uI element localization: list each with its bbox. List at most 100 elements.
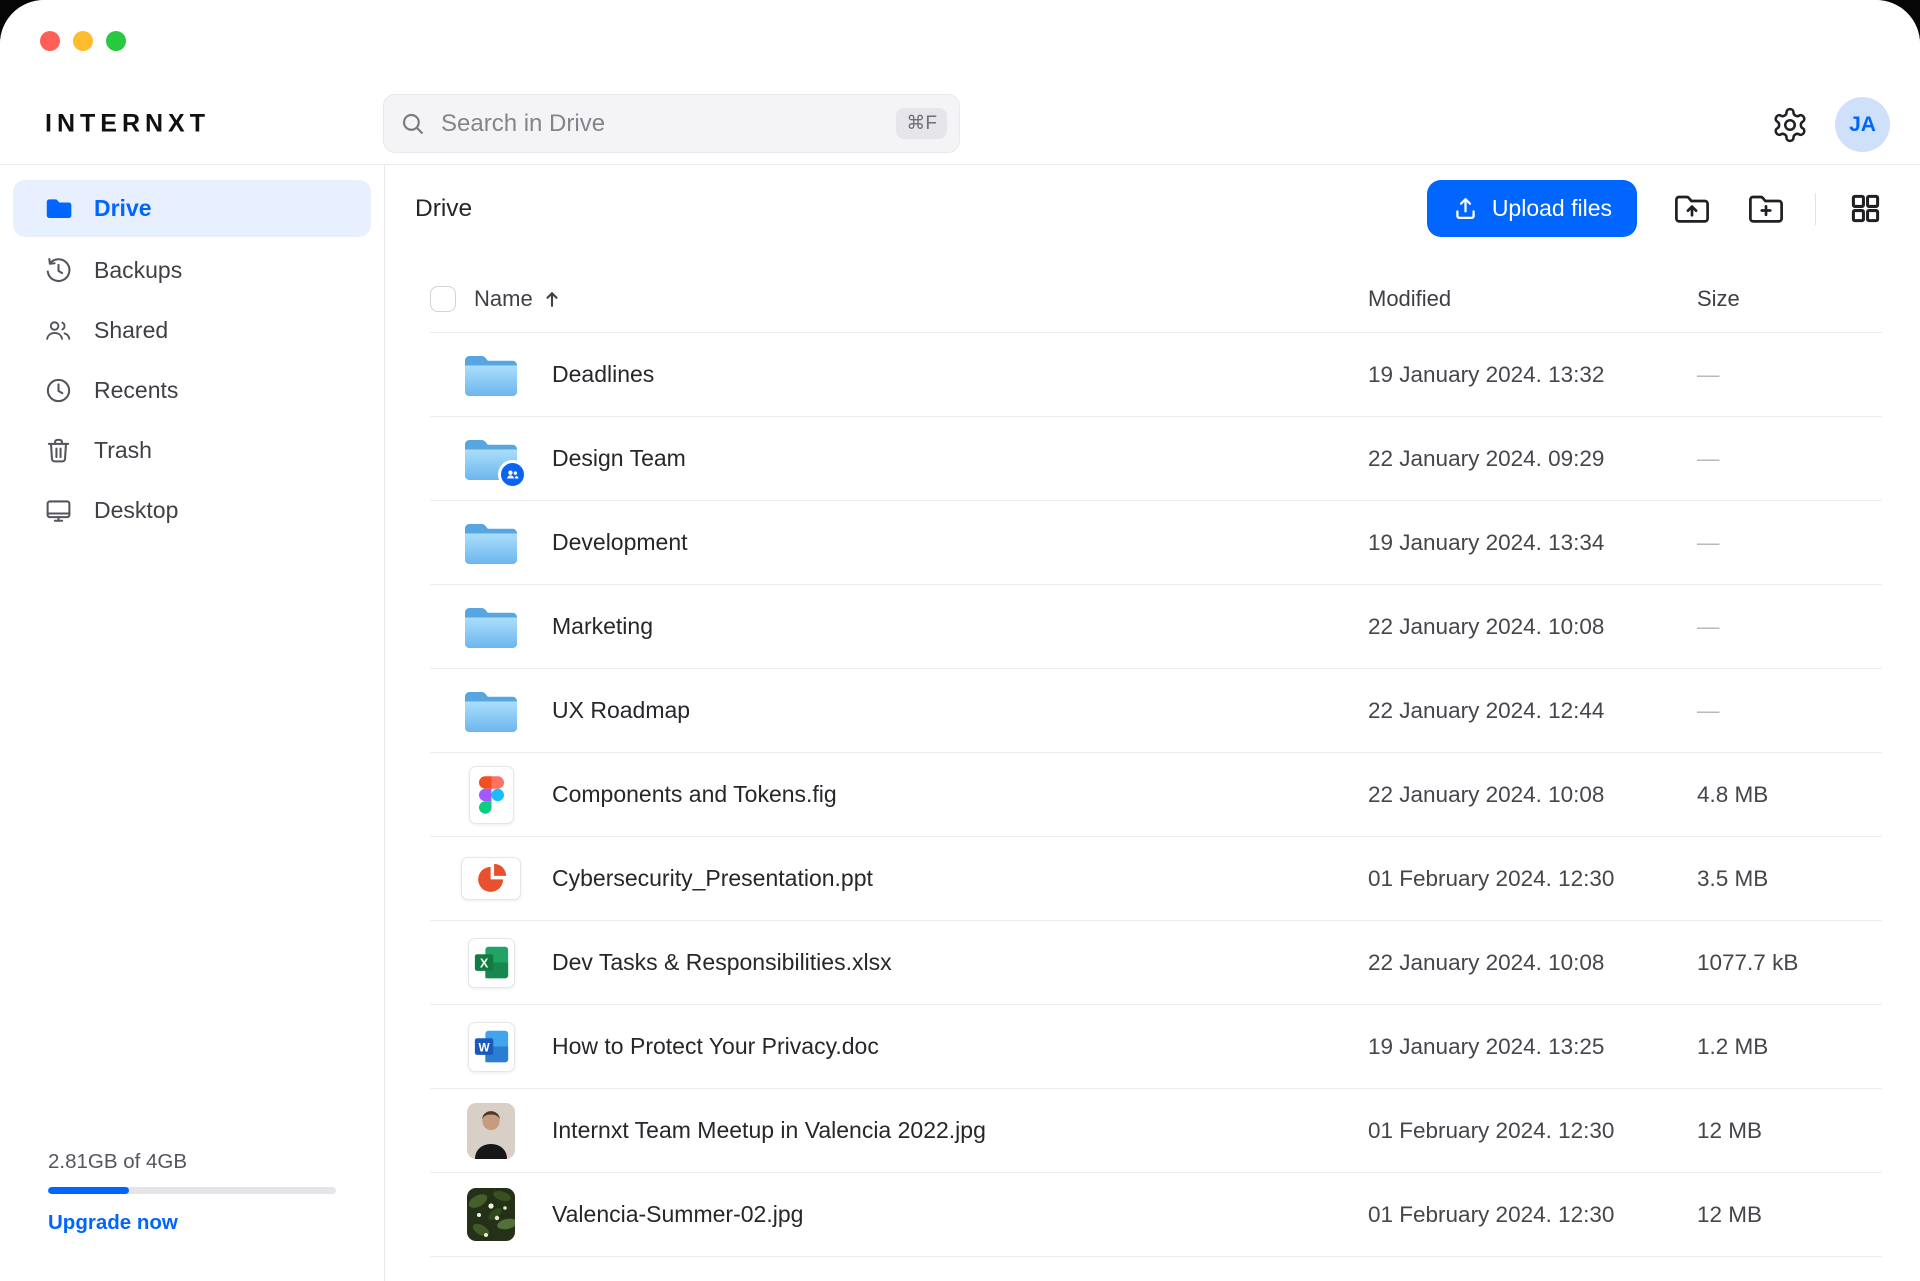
folder-plus-icon bbox=[1747, 192, 1785, 225]
svg-text:W: W bbox=[478, 1040, 490, 1054]
file-name: Valencia-Summer-02.jpg bbox=[552, 1201, 1368, 1228]
table-row[interactable]: W How to Protect Your Privacy.doc 19 Jan… bbox=[430, 1005, 1882, 1089]
sidebar-item-trash[interactable]: Trash bbox=[0, 420, 384, 480]
file-modified-date: 01 February 2024. 12:30 bbox=[1368, 1202, 1697, 1228]
file-size: — bbox=[1697, 362, 1882, 388]
photo-thumbnail bbox=[467, 1103, 515, 1159]
history-icon bbox=[44, 256, 73, 285]
file-size: — bbox=[1697, 614, 1882, 640]
file-icon-cell bbox=[430, 333, 552, 416]
column-header-name[interactable]: Name bbox=[474, 286, 1368, 312]
photo-thumbnail bbox=[467, 1188, 515, 1241]
table-row[interactable]: Design Team 22 January 2024. 09:29 — bbox=[430, 417, 1882, 501]
upgrade-link[interactable]: Upgrade now bbox=[48, 1211, 178, 1235]
sidebar-item-shared[interactable]: Shared bbox=[0, 300, 384, 360]
file-name: Dev Tasks & Responsibilities.xlsx bbox=[552, 949, 1368, 976]
file-size: — bbox=[1697, 530, 1882, 556]
file-modified-date: 22 January 2024. 10:08 bbox=[1368, 614, 1697, 640]
zoom-window-button[interactable] bbox=[106, 31, 126, 51]
toolbar-divider bbox=[1815, 193, 1816, 225]
file-name: Deadlines bbox=[552, 361, 1368, 388]
file-modified-date: 22 January 2024. 10:08 bbox=[1368, 950, 1697, 976]
table-row[interactable]: Deadlines 19 January 2024. 13:32 — bbox=[430, 333, 1882, 417]
file-icon-cell bbox=[430, 501, 552, 584]
folder-icon bbox=[463, 520, 519, 566]
file-icon-cell bbox=[430, 669, 552, 752]
window-controls bbox=[40, 31, 126, 51]
upload-folder-button[interactable] bbox=[1673, 190, 1711, 228]
file-name: Cybersecurity_Presentation.ppt bbox=[552, 865, 1368, 892]
file-size: 12 MB bbox=[1697, 1202, 1882, 1228]
table-body: Deadlines 19 January 2024. 13:32 — Desig… bbox=[430, 333, 1882, 1257]
select-all-checkbox[interactable] bbox=[430, 286, 456, 312]
clock-icon bbox=[44, 376, 73, 405]
file-icon-cell: X bbox=[430, 921, 552, 1004]
file-modified-date: 19 January 2024. 13:25 bbox=[1368, 1034, 1697, 1060]
search-icon bbox=[400, 111, 426, 137]
svg-text:X: X bbox=[479, 957, 488, 971]
internxt-logo: INTERNXT bbox=[45, 110, 210, 139]
sidebar-item-backups[interactable]: Backups bbox=[0, 240, 384, 300]
sidebar-item-label: Recents bbox=[94, 377, 178, 404]
topbar: INTERNXT ⌘F JA bbox=[0, 0, 1920, 165]
table-row[interactable]: Valencia-Summer-02.jpg 01 February 2024.… bbox=[430, 1173, 1882, 1257]
content-header: Drive Upload files bbox=[415, 180, 1884, 237]
file-modified-date: 01 February 2024. 12:30 bbox=[1368, 866, 1697, 892]
search-bar[interactable]: ⌘F bbox=[383, 94, 960, 153]
settings-button[interactable] bbox=[1770, 105, 1810, 145]
table-row[interactable]: Internxt Team Meetup in Valencia 2022.jp… bbox=[430, 1089, 1882, 1173]
file-table: Name Modified Size Deadlines 19 January … bbox=[430, 265, 1882, 1257]
sidebar: Drive Backups Shared Recents Trash Deskt… bbox=[0, 165, 385, 1281]
table-row[interactable]: X Dev Tasks & Responsibilities.xlsx 22 J… bbox=[430, 921, 1882, 1005]
file-name: Internxt Team Meetup in Valencia 2022.jp… bbox=[552, 1117, 1368, 1144]
file-modified-date: 19 January 2024. 13:32 bbox=[1368, 362, 1697, 388]
word-file-icon: W bbox=[468, 1022, 515, 1072]
upload-files-label: Upload files bbox=[1492, 195, 1612, 222]
folder-icon bbox=[463, 604, 519, 650]
sidebar-item-label: Trash bbox=[94, 437, 152, 464]
close-window-button[interactable] bbox=[40, 31, 60, 51]
file-name: How to Protect Your Privacy.doc bbox=[552, 1033, 1368, 1060]
new-folder-button[interactable] bbox=[1747, 190, 1785, 228]
table-row[interactable]: UX Roadmap 22 January 2024. 12:44 — bbox=[430, 669, 1882, 753]
storage-widget: 2.81GB of 4GB Upgrade now bbox=[48, 1150, 336, 1235]
file-modified-date: 22 January 2024. 10:08 bbox=[1368, 782, 1697, 808]
file-modified-date: 19 January 2024. 13:34 bbox=[1368, 530, 1697, 556]
file-icon-cell: W bbox=[430, 1005, 552, 1088]
file-modified-date: 22 January 2024. 12:44 bbox=[1368, 698, 1697, 724]
table-row[interactable]: Components and Tokens.fig 22 January 202… bbox=[430, 753, 1882, 837]
file-name: Marketing bbox=[552, 613, 1368, 640]
file-name: UX Roadmap bbox=[552, 697, 1368, 724]
file-size: — bbox=[1697, 698, 1882, 724]
file-name: Development bbox=[552, 529, 1368, 556]
table-row[interactable]: Development 19 January 2024. 13:34 — bbox=[430, 501, 1882, 585]
page-title: Drive bbox=[415, 195, 1427, 223]
users-icon bbox=[44, 316, 73, 345]
sidebar-item-recents[interactable]: Recents bbox=[0, 360, 384, 420]
table-row[interactable]: Marketing 22 January 2024. 10:08 — bbox=[430, 585, 1882, 669]
search-input[interactable] bbox=[439, 109, 896, 139]
storage-progress-bar bbox=[48, 1187, 336, 1194]
upload-files-button[interactable]: Upload files bbox=[1427, 180, 1637, 237]
upload-icon bbox=[1452, 195, 1479, 222]
column-header-name-label: Name bbox=[474, 286, 533, 312]
file-size: 3.5 MB bbox=[1697, 866, 1882, 892]
column-header-modified[interactable]: Modified bbox=[1368, 286, 1697, 312]
file-size: 4.8 MB bbox=[1697, 782, 1882, 808]
grid-view-button[interactable] bbox=[1846, 190, 1884, 228]
file-modified-date: 01 February 2024. 12:30 bbox=[1368, 1118, 1697, 1144]
file-icon-cell bbox=[430, 1089, 552, 1172]
powerpoint-file-icon bbox=[461, 857, 521, 900]
excel-file-icon: X bbox=[468, 938, 515, 988]
table-row[interactable]: Cybersecurity_Presentation.ppt 01 Februa… bbox=[430, 837, 1882, 921]
sidebar-nav: Drive Backups Shared Recents Trash Deskt… bbox=[0, 180, 384, 540]
sidebar-item-drive[interactable]: Drive bbox=[13, 180, 371, 237]
search-shortcut-badge: ⌘F bbox=[896, 108, 947, 139]
column-header-size[interactable]: Size bbox=[1697, 286, 1882, 312]
file-size: 1077.7 kB bbox=[1697, 950, 1882, 976]
minimize-window-button[interactable] bbox=[73, 31, 93, 51]
file-name: Design Team bbox=[552, 445, 1368, 472]
sidebar-item-desktop[interactable]: Desktop bbox=[0, 480, 384, 540]
avatar[interactable]: JA bbox=[1835, 97, 1890, 152]
sort-ascending-icon bbox=[542, 289, 562, 309]
